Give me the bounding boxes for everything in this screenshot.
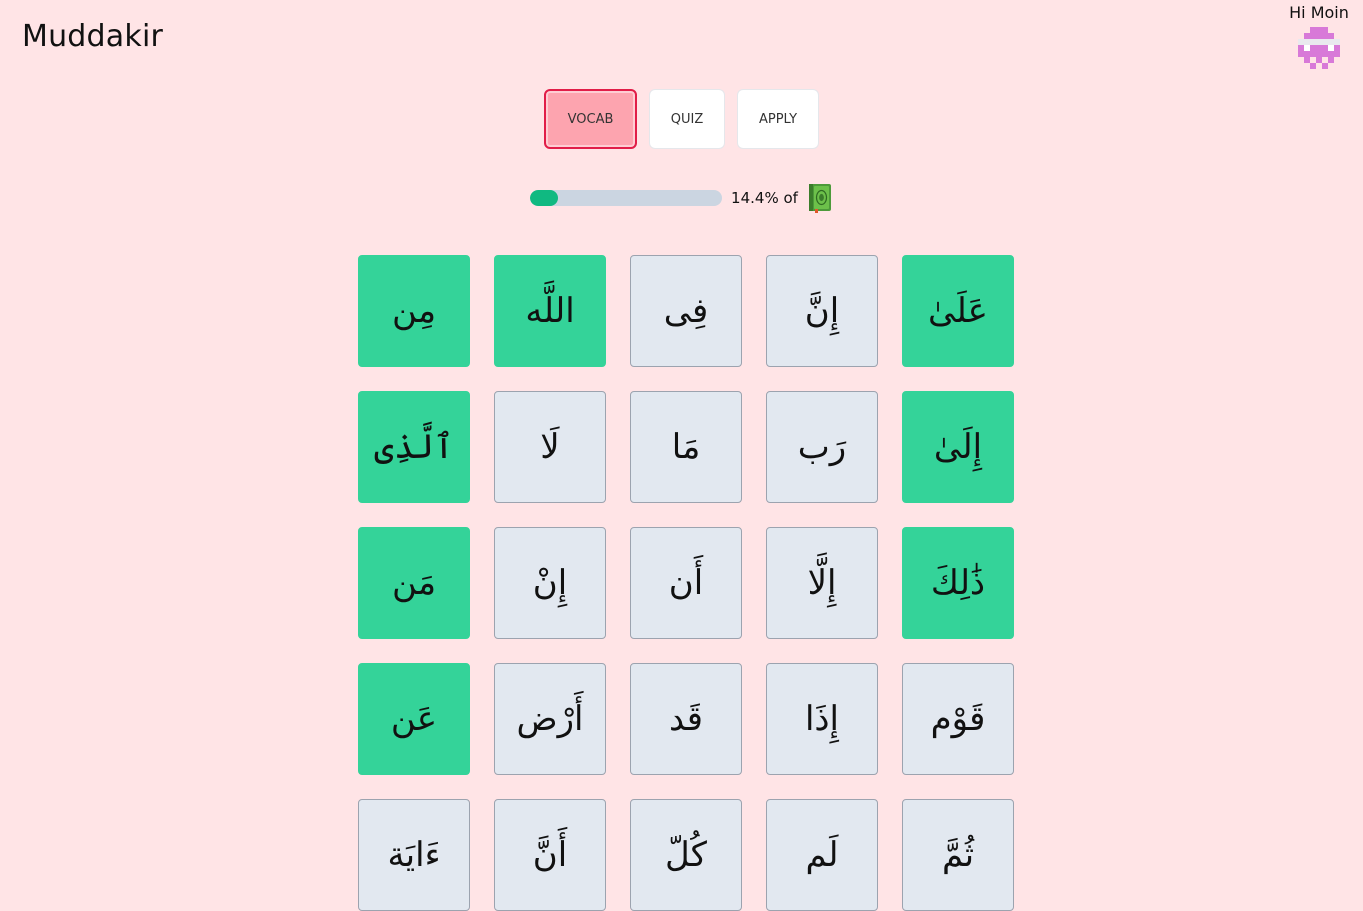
word-card[interactable]: لَا <box>494 391 606 503</box>
word-text: عَن <box>390 699 438 739</box>
word-card[interactable]: إِلَّا <box>766 527 878 639</box>
word-card[interactable]: رَب <box>766 391 878 503</box>
word-text: إِلَىٰ <box>933 427 983 467</box>
word-card[interactable]: أَنَّ <box>494 799 606 911</box>
word-text: قَوْم <box>930 699 986 739</box>
quran-book-icon <box>808 184 831 213</box>
word-text: قَد <box>668 699 704 739</box>
mode-tabs: VOCAB QUIZ APPLY <box>0 89 1363 149</box>
word-card[interactable]: لَم <box>766 799 878 911</box>
word-card[interactable]: اللَّه <box>494 255 606 367</box>
word-text: رَب <box>797 427 847 467</box>
app-title[interactable]: Muddakir <box>22 18 163 56</box>
word-card[interactable]: إِلَىٰ <box>902 391 1014 503</box>
word-card[interactable]: كُلّ <box>630 799 742 911</box>
word-text: ذَٰلِكَ <box>930 563 986 603</box>
word-card[interactable]: عَلَىٰ <box>902 255 1014 367</box>
word-text: مَن <box>391 563 437 603</box>
user-greeting: Hi Moin <box>1289 3 1349 22</box>
word-card[interactable]: عَن <box>358 663 470 775</box>
user-menu[interactable]: Hi Moin <box>1287 4 1351 69</box>
word-text: مَا <box>671 427 701 467</box>
word-card[interactable]: ذَٰلِكَ <box>902 527 1014 639</box>
word-text: إِلَّا <box>807 563 837 603</box>
word-text: ثُمَّ <box>941 835 975 875</box>
word-text: لَم <box>805 835 839 875</box>
tab-quiz[interactable]: QUIZ <box>649 89 725 149</box>
word-card[interactable]: مَن <box>358 527 470 639</box>
word-text: إِذَا <box>804 699 840 739</box>
word-text: ءَايَة <box>387 835 441 875</box>
tab-apply[interactable]: APPLY <box>737 89 819 149</box>
tab-vocab[interactable]: VOCAB <box>544 89 637 149</box>
word-card[interactable]: أَن <box>630 527 742 639</box>
progress-bar-fill <box>530 190 558 206</box>
word-card[interactable]: ثُمَّ <box>902 799 1014 911</box>
word-card[interactable]: مِن <box>358 255 470 367</box>
word-text: أَرْض <box>516 699 584 739</box>
word-text: اللَّه <box>525 291 575 331</box>
word-card[interactable]: إِذَا <box>766 663 878 775</box>
word-card[interactable]: مَا <box>630 391 742 503</box>
word-text: ٱلَّذِى <box>374 427 454 467</box>
word-text: مِن <box>391 291 437 331</box>
word-card[interactable]: ءَايَة <box>358 799 470 911</box>
word-card[interactable]: ٱلَّذِى <box>358 391 470 503</box>
word-card[interactable]: قَد <box>630 663 742 775</box>
word-text: كُلّ <box>665 835 707 875</box>
progress-bar <box>530 190 723 206</box>
word-card[interactable]: إِنْ <box>494 527 606 639</box>
word-text: أَنَّ <box>532 835 568 875</box>
word-card[interactable]: قَوْم <box>902 663 1014 775</box>
word-text: فِى <box>663 291 709 331</box>
word-text: عَلَىٰ <box>928 291 988 331</box>
word-card[interactable]: أَرْض <box>494 663 606 775</box>
word-card[interactable]: فِى <box>630 255 742 367</box>
progress-row: 14.4% of <box>0 183 1363 213</box>
word-grid: مِن اللَّه فِى إِنَّ عَلَىٰ ٱلَّذِى لَا مَا رَب إ… <box>358 255 1014 911</box>
word-text: إِنَّ <box>804 291 840 331</box>
word-text: أَن <box>668 563 704 603</box>
word-text: إِنْ <box>532 563 568 603</box>
word-text: لَا <box>540 427 560 467</box>
progress-label: 14.4% of <box>731 189 798 207</box>
word-card[interactable]: إِنَّ <box>766 255 878 367</box>
pixel-invader-avatar-icon[interactable] <box>1298 27 1340 69</box>
